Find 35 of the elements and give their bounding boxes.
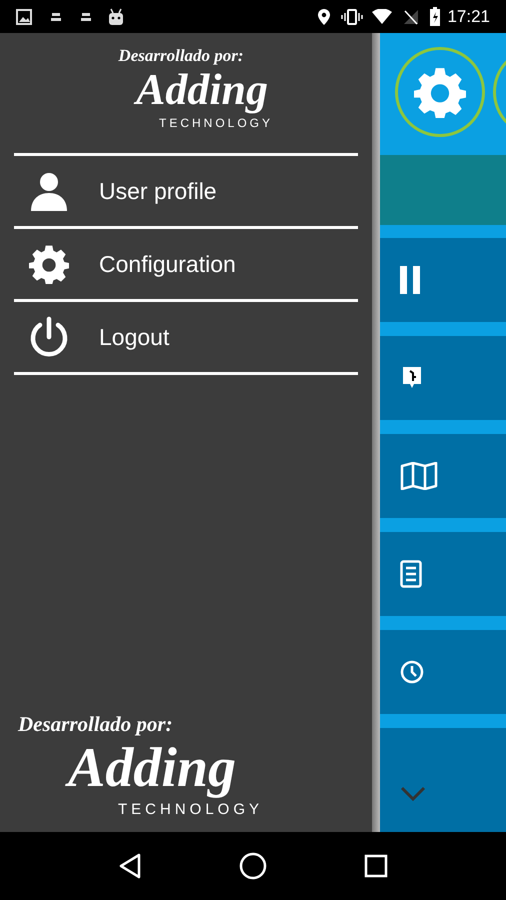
logo-brand: Adding: [136, 65, 270, 116]
logo-subtitle: TECHNOLOGY: [158, 116, 273, 129]
map-button[interactable]: [380, 434, 506, 518]
logo-tagline: Desarrollado por:: [18, 714, 173, 735]
notification-icon: [50, 10, 62, 22]
image-icon: [16, 8, 32, 24]
pause-button[interactable]: [380, 238, 506, 322]
recent-apps-icon[interactable]: [364, 854, 388, 878]
pause-icon: [400, 266, 420, 294]
map-icon: [400, 462, 438, 490]
flag-marker-icon: [402, 366, 422, 390]
vibrate-icon: [341, 8, 364, 26]
menu-item[interactable]: Configuration: [14, 229, 358, 299]
settings-button[interactable]: [395, 46, 485, 136]
back-icon[interactable]: [118, 853, 142, 879]
notification-icon: [80, 10, 92, 22]
chevron-down-icon: [400, 786, 426, 802]
robot-icon: [108, 8, 124, 26]
document-icon: [400, 560, 422, 588]
menu-item[interactable]: Logout: [14, 302, 358, 372]
marker-button[interactable]: [380, 336, 506, 420]
logo-tagline: Desarrollado por:: [118, 47, 244, 64]
settings-icon: [29, 244, 69, 284]
settings-icon: [414, 66, 466, 118]
battery-charging-icon: [429, 6, 442, 26]
home-icon[interactable]: [238, 852, 267, 880]
wifi-icon: [371, 8, 394, 24]
no-signal-icon: [403, 8, 420, 24]
menu-item[interactable]: User profile: [14, 156, 358, 226]
clock-icon: [400, 660, 424, 684]
user-icon: [29, 171, 69, 211]
clock-time: 17:21: [447, 6, 490, 28]
document-button[interactable]: [380, 532, 506, 616]
logo-subtitle: TECHNOLOGY: [118, 802, 264, 818]
location-icon: [317, 8, 332, 26]
